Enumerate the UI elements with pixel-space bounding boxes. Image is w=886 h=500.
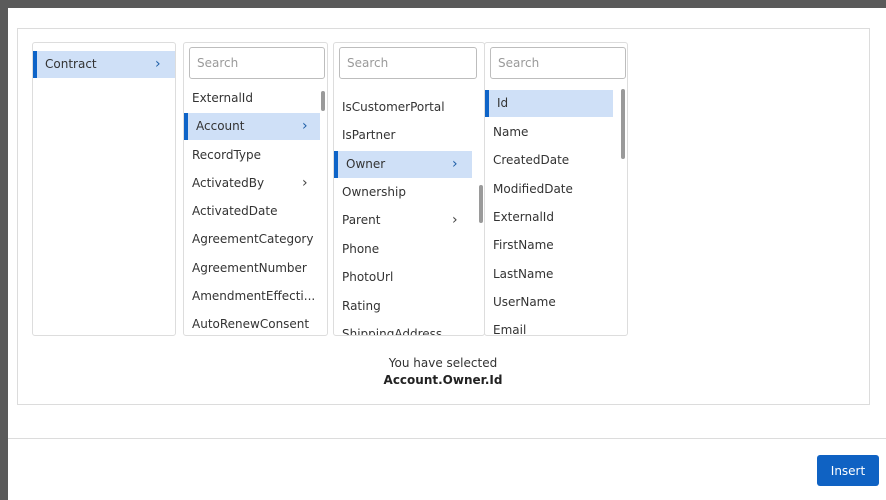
list-item-label: ActivatedBy [192, 176, 265, 190]
list-item-label: AgreementNumber [192, 261, 307, 275]
search-input[interactable] [490, 47, 626, 79]
chevron-right-icon: › [452, 212, 458, 228]
list-item-label: FirstName [493, 238, 554, 252]
list-item-label: Ownership [342, 185, 406, 199]
list-item-label: ExternalId [192, 91, 253, 105]
list-item-label: Phone [342, 242, 380, 256]
list-item[interactable]: ExternalId [485, 204, 554, 231]
list-item[interactable]: AmendmentEffecti... [184, 283, 315, 310]
list-item[interactable]: ActivatedBy › [184, 170, 320, 197]
list-item[interactable]: AgreementCategory [184, 226, 313, 253]
list-item[interactable]: IsCustomerPortal [334, 94, 445, 121]
list-item[interactable]: IsPartner [334, 122, 395, 149]
footer-divider [8, 438, 886, 439]
list-item-label: UserName [493, 295, 556, 309]
list-item[interactable]: Parent › [334, 207, 472, 234]
list-item-label: CreatedDate [493, 153, 570, 167]
scrollbar[interactable] [321, 91, 325, 111]
list-item-label: IsPartner [342, 128, 396, 142]
list-item[interactable]: Rating [334, 293, 381, 320]
list-item-label: ExternalId [493, 210, 554, 224]
list-item-label: LastName [493, 267, 554, 281]
root-item-label: Contract [45, 57, 97, 71]
fields-column-level-2: IsCustomerPortal IsPartner Owner › Owner… [333, 42, 485, 336]
list-item[interactable]: ExternalId [184, 85, 253, 112]
list-item-account[interactable]: Account › [184, 113, 320, 140]
selection-caption: You have selected [388, 356, 498, 370]
list-item-id[interactable]: Id [485, 90, 613, 117]
list-item[interactable]: Phone [334, 236, 379, 263]
chevron-right-icon: › [302, 118, 308, 134]
selection-path: Account.Owner.Id [383, 373, 503, 387]
list-item-label: ActivatedDate [192, 204, 278, 218]
list-item-label: Name [493, 125, 529, 139]
list-item[interactable]: CreatedDate [485, 147, 569, 174]
list-item[interactable]: UserName [485, 289, 556, 316]
list-item[interactable]: ModifiedDate [485, 176, 573, 203]
list-item[interactable]: ShippingAddress [334, 321, 443, 336]
fields-column-level-1: ExternalId Account › RecordType Activate… [183, 42, 328, 336]
list-item-label: Id [497, 96, 509, 110]
chevron-right-icon: › [452, 156, 458, 172]
list-item-label: ModifiedDate [493, 182, 573, 196]
scrollbar[interactable] [621, 89, 625, 159]
list-item[interactable]: ActivatedDate [184, 198, 277, 225]
list-item-label: Parent [342, 213, 381, 227]
search-input[interactable] [189, 47, 325, 79]
list-item[interactable]: AgreementNumber [184, 255, 307, 282]
list-item[interactable]: FirstName [485, 232, 554, 259]
fields-column-level-3: Id Name CreatedDate ModifiedDate Externa… [484, 42, 628, 336]
list-item[interactable]: Email [485, 317, 527, 336]
list-item-label: AgreementCategory [192, 232, 314, 246]
list-item-label: AutoRenewConsent [192, 317, 310, 331]
list-item-owner[interactable]: Owner › [334, 151, 472, 178]
list-item-label: Email [493, 323, 527, 336]
list-item-label: Rating [342, 299, 381, 313]
list-item[interactable]: PhotoUrl [334, 264, 393, 291]
list-item[interactable]: RecordType [184, 142, 261, 169]
insert-button[interactable]: Insert [817, 455, 879, 486]
scrollbar[interactable] [479, 185, 483, 223]
search-input[interactable] [339, 47, 477, 79]
root-object-column: Contract › [32, 42, 176, 336]
list-item-label: IsCustomerPortal [342, 100, 445, 114]
root-item-contract[interactable]: Contract › [33, 51, 175, 78]
chevron-right-icon: › [155, 56, 161, 72]
list-item-label: Owner [346, 157, 386, 171]
chevron-right-icon: › [302, 175, 308, 191]
list-item-label: AmendmentEffecti... [192, 289, 316, 303]
list-item-label: PhotoUrl [342, 270, 394, 284]
list-item-label: RecordType [192, 148, 262, 162]
list-item-label: ShippingAddress [342, 327, 443, 336]
list-item[interactable]: AutoRenewConsent [184, 311, 310, 335]
list-item-label: Account [196, 119, 245, 133]
list-item[interactable]: LastName [485, 261, 553, 288]
list-item[interactable]: Name [485, 119, 528, 146]
list-item[interactable]: Ownership [334, 179, 406, 206]
